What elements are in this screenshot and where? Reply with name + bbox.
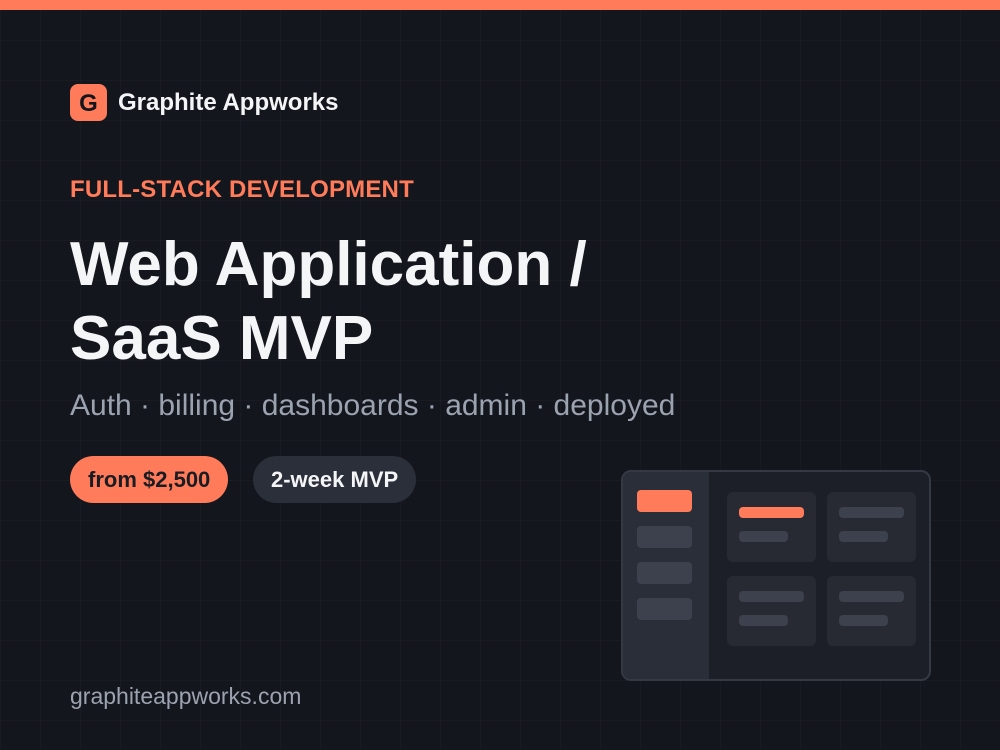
mockup-card-line xyxy=(839,507,904,518)
duration-badge: 2-week MVP xyxy=(253,456,417,503)
mockup-card xyxy=(727,576,816,646)
mockup-card-line xyxy=(839,591,904,602)
mockup-card xyxy=(827,576,916,646)
feature-list: Auth · billing · dashboards · admin · de… xyxy=(70,389,676,422)
mockup-sidebar-item xyxy=(637,562,692,584)
mockup-card-line xyxy=(739,531,788,542)
mockup-card-line xyxy=(739,591,804,602)
mockup-card xyxy=(827,492,916,562)
brand-logo: G xyxy=(70,84,107,121)
mockup-card-line xyxy=(739,615,788,626)
title-line-1: Web Application / xyxy=(70,230,587,299)
mockup-card-line xyxy=(839,531,888,542)
mockup-card-line xyxy=(839,615,888,626)
mockup-sidebar-item xyxy=(637,598,692,620)
title-line-2: SaaS MVP xyxy=(70,304,374,373)
mockup-card-highlighted xyxy=(727,492,816,562)
mockup-sidebar-item xyxy=(637,526,692,548)
mockup-card-line-accent xyxy=(739,507,804,518)
page-title: Web Application / SaaS MVP xyxy=(70,228,587,376)
category-label: FULL-STACK DEVELOPMENT xyxy=(70,176,414,203)
mockup-sidebar xyxy=(623,472,709,679)
price-badge: from $2,500 xyxy=(70,456,229,503)
top-accent-bar xyxy=(0,0,1000,10)
dashboard-mockup-icon xyxy=(621,470,931,681)
mockup-sidebar-item-active xyxy=(637,490,692,512)
brand: G Graphite Appworks xyxy=(70,84,338,121)
brand-name: Graphite Appworks xyxy=(118,88,339,116)
website-url: graphiteappworks.com xyxy=(70,683,302,709)
